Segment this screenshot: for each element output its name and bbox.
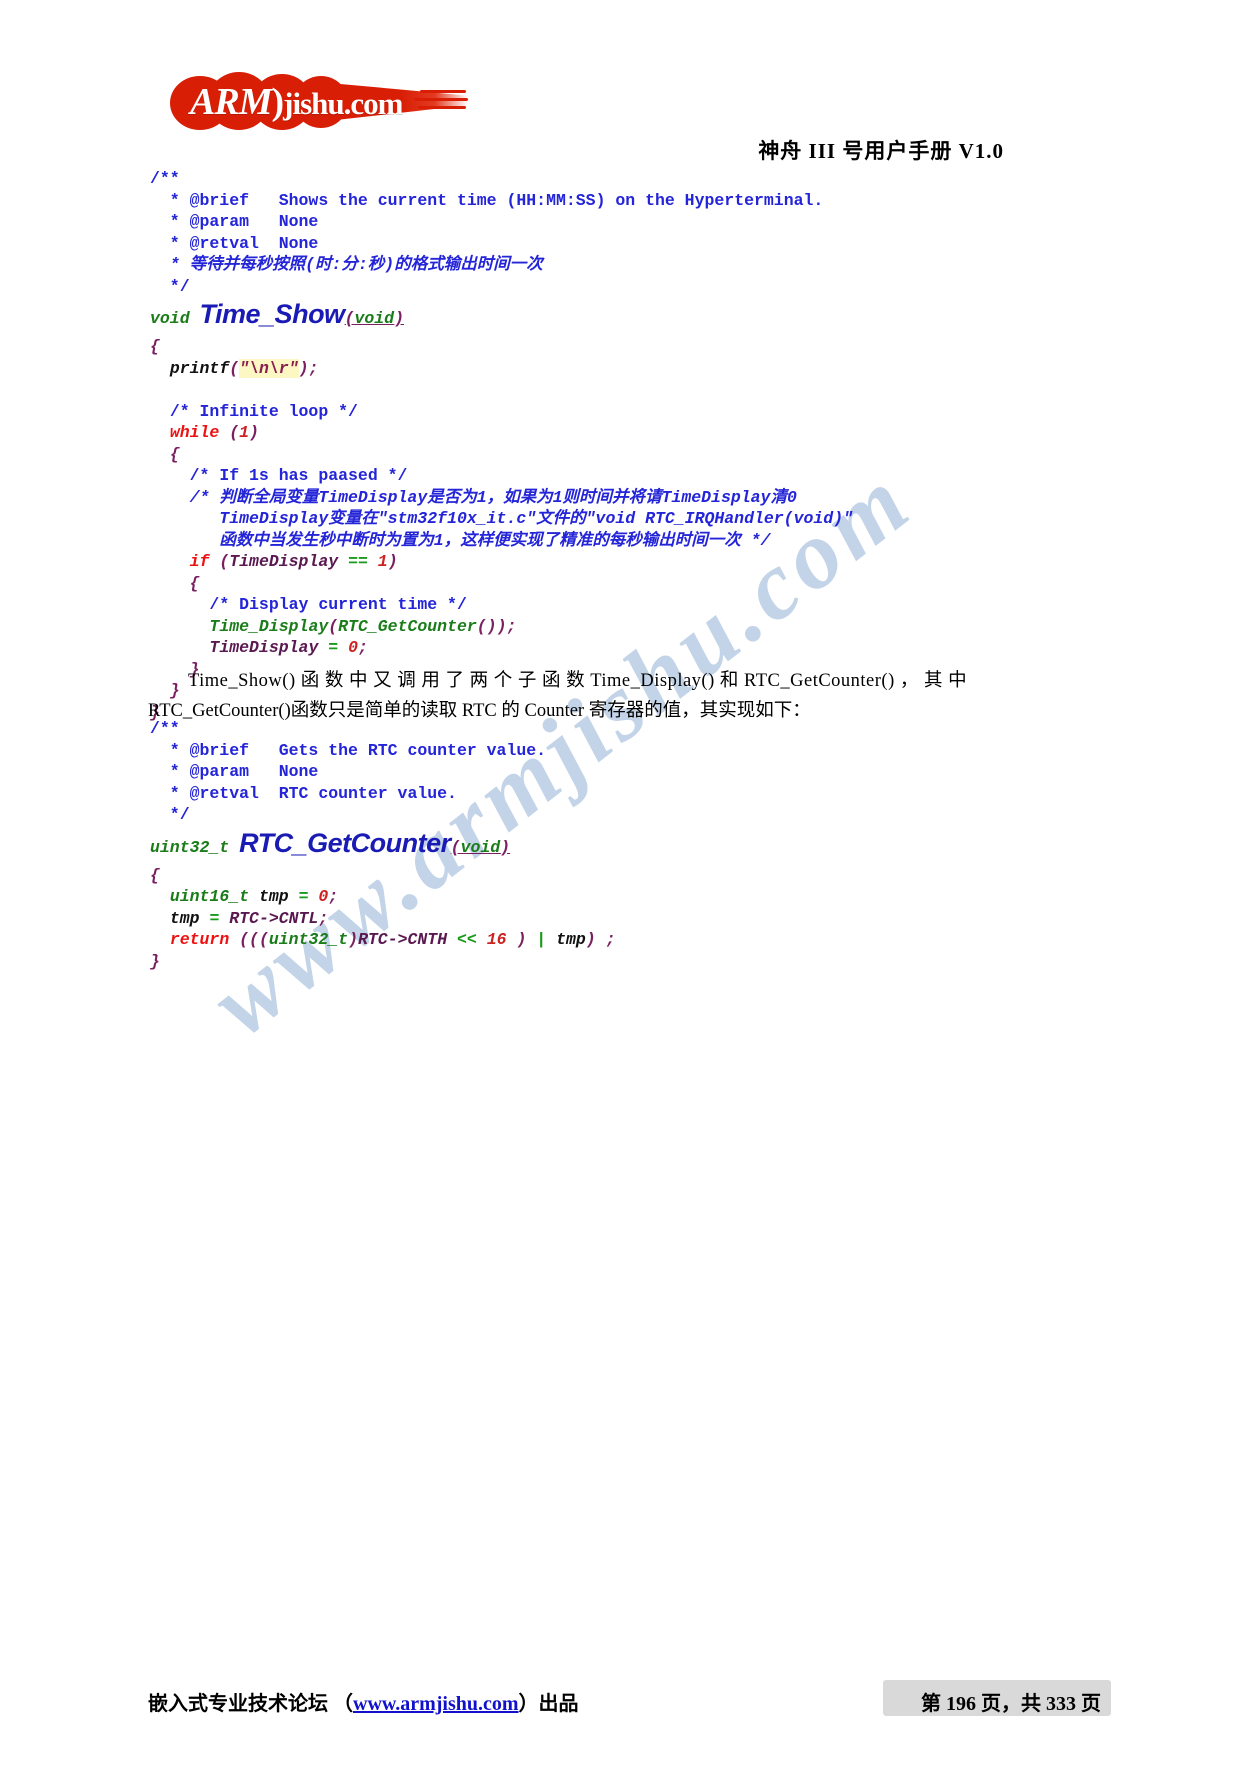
code-comment-cn: * 等待并每秒按照(时:分:秒)的格式输出时间一次 bbox=[150, 255, 543, 274]
code-comment-cn: TimeDisplay变量在"stm32f10x_it.c"文件的"void R… bbox=[150, 509, 853, 528]
paragraph-line-1: Time_Show() 函 数 中 又 调 用 了 两 个 子 函 数 Time… bbox=[188, 671, 968, 691]
code-operator: == bbox=[348, 552, 368, 571]
function-signature-rtc-getcounter: uint32_t RTC_GetCounter(void) bbox=[150, 828, 511, 858]
footer-forum-suffix: ）出品 bbox=[518, 1693, 579, 1715]
function-params: (void) bbox=[450, 837, 511, 857]
code-number: 0 bbox=[318, 887, 329, 906]
armjishu-logo: ARM)jishu.com bbox=[168, 72, 468, 134]
code-number: 1 bbox=[377, 552, 388, 571]
body-paragraph: Time_Show() 函 数 中 又 调 用 了 两 个 子 函 数 Time… bbox=[148, 666, 1103, 726]
function-name: RTC_GetCounter bbox=[239, 827, 451, 858]
code-number: 1 bbox=[239, 423, 250, 442]
code-punct: ) bbox=[516, 930, 527, 949]
function-signature-time-show: void Time_Show(void) bbox=[150, 299, 404, 329]
code-identifier: TimeDisplay bbox=[209, 638, 319, 657]
code-comment: /** bbox=[150, 719, 180, 738]
code-punct: ((( bbox=[239, 930, 269, 949]
code-keyword-while: while bbox=[169, 423, 220, 442]
code-comment: * @param None bbox=[150, 762, 319, 781]
code-brace: { bbox=[189, 573, 200, 593]
code-operator: = bbox=[298, 887, 309, 906]
code-operator: << bbox=[457, 930, 477, 949]
footer-forum-prefix: 嵌入式专业技术论坛 （ bbox=[148, 1693, 353, 1715]
code-identifier: TimeDisplay bbox=[229, 552, 339, 571]
page-title: 神舟 III 号用户手册 V1.0 bbox=[758, 139, 1004, 163]
code-comment: /* Infinite loop */ bbox=[169, 401, 358, 421]
code-identifier: tmp bbox=[258, 887, 289, 906]
code-punct: ); bbox=[298, 358, 319, 378]
logo-streak bbox=[418, 106, 466, 109]
code-operator: | bbox=[536, 930, 547, 949]
code-punct: ) bbox=[387, 552, 398, 571]
logo-domain-text: jishu.com bbox=[283, 86, 403, 121]
logo-paren: ) bbox=[271, 81, 284, 123]
code-brace: } bbox=[150, 951, 160, 971]
code-comment-cn: /* 判断全局变量TimeDisplay是否为1，如果为1则时间并将请TimeD… bbox=[189, 487, 797, 507]
code-block-time-show: /** * @brief Shows the current time (HH:… bbox=[150, 168, 853, 723]
code-string-literal: "\n\r" bbox=[239, 358, 299, 378]
code-keyword-return: return bbox=[169, 930, 230, 949]
code-comment: * @retval RTC counter value. bbox=[150, 783, 457, 803]
code-call-time-display: Time_Display bbox=[209, 616, 329, 636]
code-punct: ; bbox=[605, 930, 616, 949]
code-number: 0 bbox=[348, 638, 358, 657]
logo-streak bbox=[420, 90, 466, 93]
code-comment: */ bbox=[150, 276, 190, 296]
code-number: 16 bbox=[486, 930, 507, 949]
return-type: uint32_t bbox=[150, 837, 230, 857]
code-block-rtc-getcounter: /** * @brief Gets the RTC counter value.… bbox=[150, 718, 616, 972]
code-comment: */ bbox=[150, 805, 190, 824]
code-call-rtc-getcounter: RTC_GetCounter bbox=[338, 616, 477, 636]
code-identifier: tmp bbox=[556, 930, 586, 949]
page-suffix: 页 bbox=[1081, 1693, 1101, 1715]
code-comment-cn: 函数中当发生秒中断时为置为1，这样便实现了精准的每秒输出时间一次 */ bbox=[150, 530, 771, 550]
page-mid: 页，共 bbox=[981, 1693, 1041, 1715]
code-brace: { bbox=[169, 444, 180, 464]
code-operator: = bbox=[328, 638, 339, 657]
code-comment: * @retval None bbox=[150, 233, 319, 253]
code-punct: ( bbox=[328, 616, 339, 636]
function-params: (void) bbox=[344, 309, 404, 328]
code-identifier: RTC->CNTH bbox=[357, 930, 448, 949]
code-identifier: tmp bbox=[169, 908, 200, 928]
code-punct: ( bbox=[229, 358, 240, 378]
logo-wordmark: ARM)jishu.com bbox=[190, 80, 403, 124]
code-comment: /* Display current time */ bbox=[209, 595, 467, 614]
page-footer: 嵌入式专业技术论坛 （www.armjishu.com）出品 第 196 页，共… bbox=[0, 1647, 1249, 1767]
footer-url-link[interactable]: www.armjishu.com bbox=[353, 1693, 519, 1715]
code-identifier: RTC->CNTL bbox=[229, 908, 319, 928]
code-punct: ( bbox=[219, 552, 230, 571]
code-punct: ) bbox=[348, 930, 358, 949]
code-brace: { bbox=[150, 337, 160, 356]
code-call-printf: printf bbox=[169, 358, 230, 378]
code-punct: ; bbox=[328, 887, 339, 906]
footer-page-number: 第 196 页，共 333 页 bbox=[921, 1687, 1101, 1716]
logo-streak bbox=[414, 98, 468, 101]
page-total: 333 bbox=[1046, 1693, 1076, 1715]
code-punct: ) bbox=[249, 423, 259, 442]
code-punct: ; bbox=[318, 908, 329, 928]
document-page: ARM)jishu.com 神舟 III 号用户手册 V1.0 www.armj… bbox=[0, 0, 1249, 1767]
page-header: ARM)jishu.com 神舟 III 号用户手册 V1.0 bbox=[0, 0, 1249, 175]
code-punct: ()); bbox=[476, 616, 517, 636]
code-keyword-if: if bbox=[189, 552, 210, 571]
code-comment: * @brief Gets the RTC counter value. bbox=[150, 740, 547, 760]
footer-forum-line: 嵌入式专业技术论坛 （www.armjishu.com）出品 bbox=[148, 1687, 579, 1716]
code-punct: ; bbox=[357, 638, 368, 657]
function-name: Time_Show bbox=[199, 299, 346, 329]
code-comment: * @param None bbox=[150, 212, 319, 231]
page-prefix: 第 bbox=[921, 1693, 941, 1715]
code-punct: ) bbox=[585, 930, 596, 949]
code-type: uint32_t bbox=[268, 930, 349, 949]
code-brace: { bbox=[150, 865, 160, 885]
code-comment: * @brief Shows the current time (HH:MM:S… bbox=[150, 190, 824, 210]
code-comment: /** bbox=[150, 169, 180, 188]
code-type: uint16_t bbox=[169, 887, 250, 906]
code-operator: = bbox=[209, 908, 220, 928]
logo-arm-text: ARM bbox=[190, 81, 272, 123]
code-comment: /* If 1s has paased */ bbox=[189, 466, 408, 485]
page-current: 196 bbox=[946, 1693, 976, 1715]
code-punct: ( bbox=[229, 423, 240, 442]
return-type: void bbox=[150, 309, 190, 328]
